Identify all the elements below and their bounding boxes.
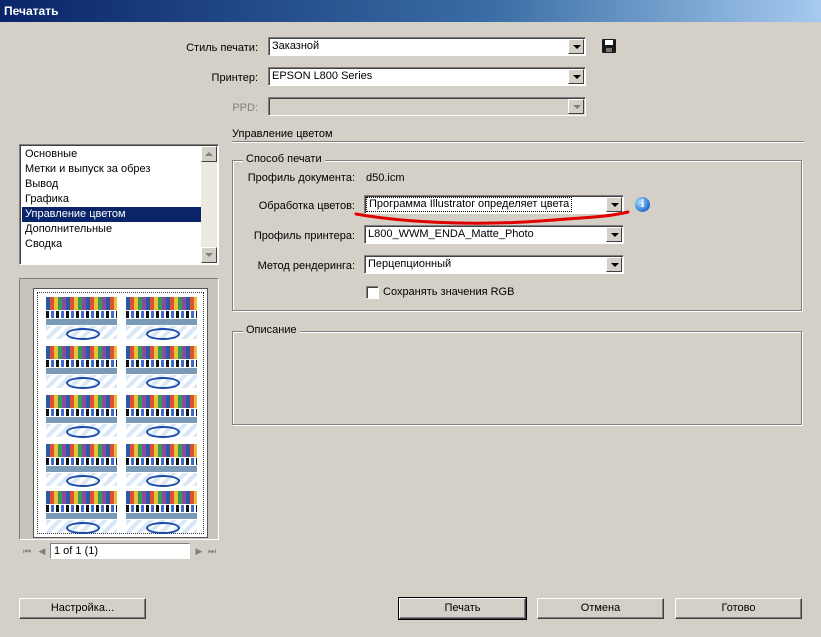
print-preset-label: Стиль печати: bbox=[186, 42, 258, 54]
preview-tile bbox=[124, 295, 199, 341]
color-handling-label: Обработка цветов: bbox=[258, 200, 355, 212]
section-divider bbox=[232, 141, 804, 143]
preview-tile bbox=[44, 489, 119, 535]
category-item[interactable]: Основные bbox=[22, 147, 202, 162]
category-scrollbar[interactable] bbox=[201, 146, 217, 263]
ppd-label: PPD: bbox=[232, 102, 258, 114]
page-navigator: ⏮ ◀ 1 of 1 (1) ▶ ⏭ bbox=[19, 543, 219, 560]
cancel-button[interactable]: Отмена bbox=[537, 598, 664, 619]
preview-tile bbox=[44, 295, 119, 341]
rendering-intent-select[interactable]: Перцепционный bbox=[364, 255, 624, 274]
print-preset-value: Заказной bbox=[272, 40, 320, 52]
description-group-title: Описание bbox=[243, 324, 300, 337]
printer-value: EPSON L800 Series bbox=[272, 70, 373, 82]
info-icon[interactable]: i bbox=[635, 197, 650, 212]
first-page-icon[interactable]: ⏮ bbox=[21, 545, 33, 557]
chevron-down-icon[interactable] bbox=[606, 197, 622, 212]
chevron-down-icon[interactable] bbox=[568, 69, 584, 84]
print-button[interactable]: Печать bbox=[398, 597, 527, 620]
printer-select[interactable]: EPSON L800 Series bbox=[268, 67, 586, 86]
preview-tile bbox=[44, 344, 119, 390]
chevron-down-icon[interactable] bbox=[568, 39, 584, 54]
window-title: Печатать bbox=[0, 0, 821, 22]
last-page-icon[interactable]: ⏭ bbox=[206, 545, 218, 557]
rendering-intent-value: Перцепционный bbox=[368, 258, 452, 270]
chevron-down-icon[interactable] bbox=[606, 257, 622, 272]
preview-tile bbox=[124, 442, 199, 488]
print-preset-select[interactable]: Заказной bbox=[268, 37, 586, 56]
preview-tile bbox=[124, 393, 199, 439]
prev-page-icon[interactable]: ◀ bbox=[36, 545, 48, 557]
print-preview[interactable] bbox=[19, 278, 219, 540]
category-item[interactable]: Метки и выпуск за обрез bbox=[22, 162, 202, 177]
page-indicator: 1 of 1 (1) bbox=[54, 545, 99, 557]
category-list[interactable]: Основные Метки и выпуск за обрез Вывод Г… bbox=[19, 144, 219, 265]
color-handling-value: Программа Illustrator определяет цвета bbox=[366, 197, 573, 212]
preview-tile bbox=[124, 489, 199, 535]
next-page-icon[interactable]: ▶ bbox=[193, 545, 205, 557]
setup-button[interactable]: Настройка... bbox=[19, 598, 146, 619]
category-item[interactable]: Вывод bbox=[22, 177, 202, 192]
category-item-selected[interactable]: Управление цветом bbox=[22, 207, 202, 222]
printer-profile-select[interactable]: L800_WWM_ENDA_Matte_Photo bbox=[364, 225, 624, 244]
page-indicator-field[interactable]: 1 of 1 (1) bbox=[50, 543, 190, 559]
rendering-intent-label: Метод рендеринга: bbox=[257, 260, 355, 272]
preview-tile bbox=[124, 344, 199, 390]
chevron-down-icon bbox=[568, 99, 584, 114]
printable-area bbox=[37, 292, 204, 534]
printer-profile-value: L800_WWM_ENDA_Matte_Photo bbox=[368, 228, 534, 240]
preview-tile bbox=[44, 393, 119, 439]
save-icon[interactable] bbox=[602, 39, 616, 53]
preserve-rgb-label[interactable]: Сохранять значения RGB bbox=[383, 285, 514, 299]
doc-profile-value: d50.icm bbox=[366, 172, 405, 184]
scroll-up-icon[interactable] bbox=[201, 146, 217, 162]
doc-profile-label: Профиль документа: bbox=[247, 172, 355, 184]
scroll-down-icon[interactable] bbox=[201, 247, 217, 263]
category-item[interactable]: Сводка bbox=[22, 237, 202, 252]
printer-profile-label: Профиль принтера: bbox=[253, 230, 355, 242]
print-method-group-title: Способ печати bbox=[243, 153, 325, 166]
category-item[interactable]: Дополнительные bbox=[22, 222, 202, 237]
color-handling-select[interactable]: Программа Illustrator определяет цвета bbox=[364, 195, 624, 214]
preview-tile bbox=[44, 442, 119, 488]
preserve-rgb-checkbox[interactable] bbox=[366, 286, 379, 299]
category-item[interactable]: Графика bbox=[22, 192, 202, 207]
preview-page bbox=[33, 288, 208, 538]
description-group bbox=[232, 331, 802, 425]
ppd-select bbox=[268, 97, 586, 116]
section-title: Управление цветом bbox=[232, 128, 333, 140]
printer-label: Принтер: bbox=[211, 72, 258, 84]
chevron-down-icon[interactable] bbox=[606, 227, 622, 242]
done-button[interactable]: Готово bbox=[675, 598, 802, 619]
